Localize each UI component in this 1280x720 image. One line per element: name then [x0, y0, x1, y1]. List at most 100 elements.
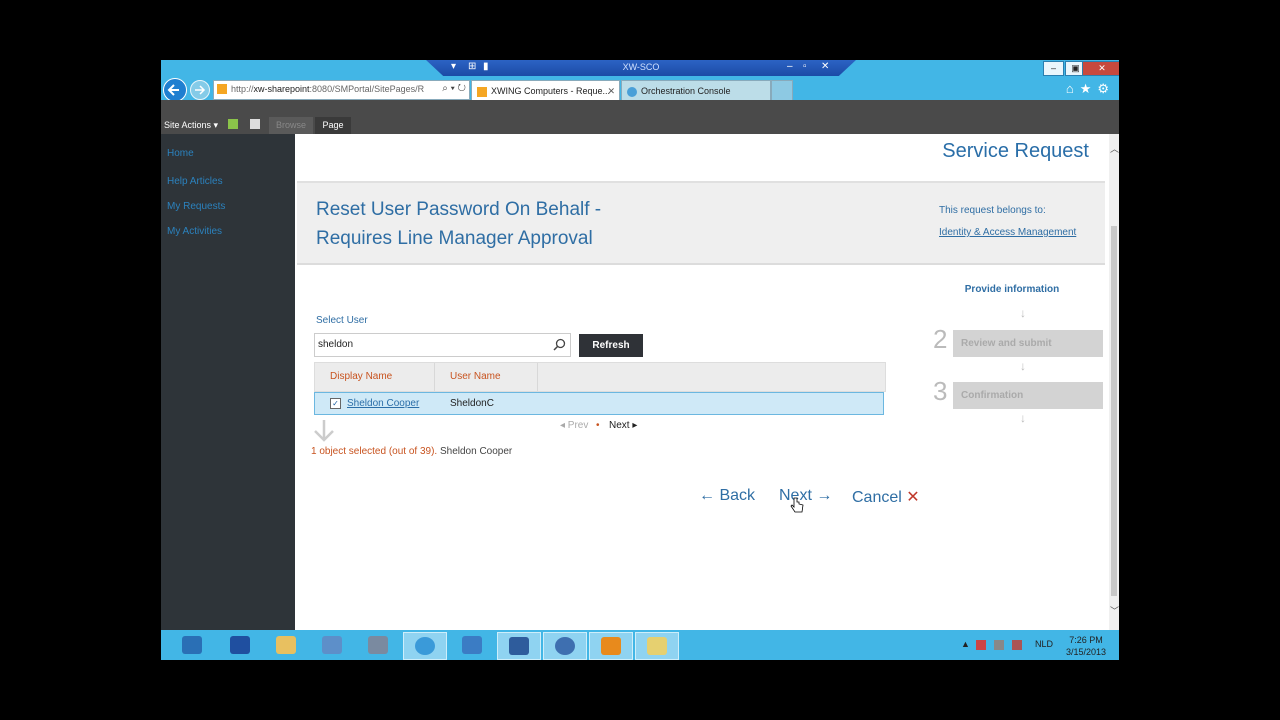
- rdp-restore-icon[interactable]: ▫: [803, 61, 807, 72]
- notes-icon: [647, 637, 667, 655]
- request-title-line2: Requires Line Manager Approval: [316, 228, 593, 249]
- step-provide-information: Provide information: [964, 284, 1060, 295]
- sql-icon: [509, 637, 529, 655]
- remote-desktop-icon: [462, 636, 482, 654]
- arrow-left-icon: [167, 84, 179, 96]
- sharepoint-icon: [477, 86, 487, 97]
- rdp-close-icon[interactable]: ✕: [821, 61, 829, 72]
- rdp-title: XW-SCO: [622, 62, 660, 72]
- powershell-icon: [230, 636, 250, 654]
- orchestrator-icon: [555, 637, 575, 655]
- taskbar: ▲ NLD 7:26 PM 3/15/2013: [161, 630, 1119, 660]
- close-tab-icon[interactable]: ✕: [607, 81, 615, 101]
- step-number: 3: [933, 376, 948, 406]
- vertical-scrollbar[interactable]: ︿ ﹀: [1109, 134, 1119, 630]
- row-checkbox[interactable]: ✓: [330, 398, 341, 409]
- select-user-label: Select User: [316, 315, 368, 326]
- user-grid: Display Name User Name ✓ Sheldon Cooper …: [314, 362, 886, 415]
- volume-icon[interactable]: [1012, 640, 1022, 650]
- grid-header: Display Name User Name: [314, 362, 886, 392]
- request-header: Reset User Password On Behalf - Requires…: [297, 181, 1105, 265]
- explorer-button[interactable]: [265, 632, 307, 658]
- col-display-name[interactable]: Display Name: [315, 363, 435, 391]
- ie-icon: [627, 86, 637, 97]
- arrow-down-icon: ↓: [1020, 359, 1026, 373]
- tab-orchestration[interactable]: Orchestration Console: [621, 80, 771, 101]
- console-icon: [322, 636, 342, 654]
- user-search-input[interactable]: sheldon: [314, 333, 571, 357]
- outlook-button[interactable]: [589, 632, 633, 660]
- tray-expand-icon[interactable]: ▲: [961, 639, 970, 649]
- home-icon[interactable]: ⌂: [1066, 81, 1080, 96]
- rdp-minimize-icon[interactable]: –: [787, 61, 793, 72]
- app-button-5[interactable]: [357, 632, 399, 658]
- cancel-button[interactable]: Cancel ✕: [852, 487, 920, 507]
- tab-page[interactable]: Page: [315, 117, 351, 134]
- app-button-4[interactable]: [311, 632, 353, 658]
- forward-nav-button[interactable]: [190, 80, 210, 100]
- pager-next[interactable]: Next ▸: [609, 420, 637, 431]
- selection-status: 1 object selected (out of 39). Sheldon C…: [311, 446, 513, 457]
- favorites-star-icon[interactable]: ★: [1080, 81, 1098, 96]
- next-button[interactable]: Next →: [779, 487, 832, 505]
- minimize-button[interactable]: –: [1043, 61, 1064, 76]
- step-confirmation: Confirmation: [953, 382, 1103, 409]
- rdp-pin-icon[interactable]: ▾: [451, 61, 456, 72]
- ie-icon: [415, 637, 435, 655]
- search-icon[interactable]: [553, 338, 566, 351]
- app-button-8[interactable]: [497, 632, 541, 660]
- internet-explorer-button[interactable]: [403, 632, 447, 660]
- orchestrator-button[interactable]: [543, 632, 587, 660]
- app-button-11[interactable]: [635, 632, 679, 660]
- tab-label: Orchestration Console: [641, 86, 731, 96]
- network-status-icon[interactable]: [994, 640, 1004, 650]
- belongs-label: This request belongs to:: [939, 205, 1046, 216]
- navigate-up-icon[interactable]: [228, 119, 238, 129]
- language-indicator[interactable]: NLD: [1035, 639, 1053, 649]
- back-nav-button[interactable]: [163, 78, 187, 102]
- request-title-line1: Reset User Password On Behalf -: [316, 199, 602, 220]
- nav-item-my-activities[interactable]: My Activities: [167, 226, 222, 237]
- close-button[interactable]: ✕: [1082, 61, 1119, 76]
- scrollbar-thumb[interactable]: [1111, 226, 1117, 596]
- close-icon: ✕: [906, 489, 920, 506]
- tab-browse[interactable]: Browse: [269, 117, 313, 134]
- server-manager-button[interactable]: [171, 632, 213, 658]
- refresh-button[interactable]: Refresh: [579, 334, 643, 357]
- remote-desktop-screen: ▾ ⊞ ▮ XW-SCO – ▫ ✕ – ▣ ✕ http://xw-share…: [161, 60, 1119, 660]
- arrow-down-icon: ↓: [1020, 306, 1026, 320]
- back-button[interactable]: ← Back: [699, 487, 755, 505]
- cell-display-name[interactable]: Sheldon Cooper: [347, 398, 419, 409]
- chevron-up-icon[interactable]: ︿: [1110, 142, 1119, 155]
- arrow-down-icon: ↓: [1020, 411, 1026, 425]
- gear-icon[interactable]: ⚙: [1097, 81, 1115, 96]
- nav-item-home[interactable]: Home: [167, 148, 194, 159]
- clock[interactable]: 7:26 PM 3/15/2013: [1066, 634, 1106, 658]
- action-center-icon[interactable]: [976, 640, 986, 650]
- chevron-down-icon[interactable]: ﹀: [1110, 604, 1119, 617]
- main-content: Service Request Reset User Password On B…: [295, 134, 1109, 630]
- arrow-down-icon: [314, 420, 334, 442]
- site-actions-menu[interactable]: Site Actions ▾: [164, 120, 218, 131]
- tab-xwing[interactable]: XWING Computers - Reque... ✕: [471, 80, 620, 101]
- rdp-lock-icon[interactable]: ⊞: [468, 61, 476, 72]
- address-bar[interactable]: http://xw-sharepoint:8080/SMPortal/SiteP…: [213, 80, 470, 100]
- nav-item-my-requests[interactable]: My Requests: [167, 201, 225, 212]
- pager-prev[interactable]: ◂ Prev: [560, 420, 588, 431]
- site-favicon-icon: [217, 84, 227, 94]
- cell-user-name: SheldonC: [450, 398, 494, 409]
- step-number: 2: [933, 324, 948, 354]
- app-button-7[interactable]: [451, 632, 493, 658]
- table-row[interactable]: ✓ Sheldon Cooper SheldonC: [314, 392, 884, 415]
- sharepoint-ribbon: Site Actions ▾ Browse Page: [161, 100, 1119, 134]
- search-refresh-icon[interactable]: ⌕ ▾ ↻: [442, 83, 466, 94]
- edit-page-icon[interactable]: [250, 119, 260, 129]
- nav-item-help-articles[interactable]: Help Articles: [167, 176, 223, 187]
- col-user-name[interactable]: User Name: [435, 363, 538, 391]
- arrow-right-icon: [195, 85, 206, 95]
- powershell-button[interactable]: [219, 632, 261, 658]
- new-tab-button[interactable]: [771, 80, 793, 102]
- hand-cursor-icon: [790, 497, 804, 513]
- category-link[interactable]: Identity & Access Management: [939, 227, 1076, 238]
- url-text: http://xw-sharepoint:8080/SMPortal/SiteP…: [231, 84, 425, 94]
